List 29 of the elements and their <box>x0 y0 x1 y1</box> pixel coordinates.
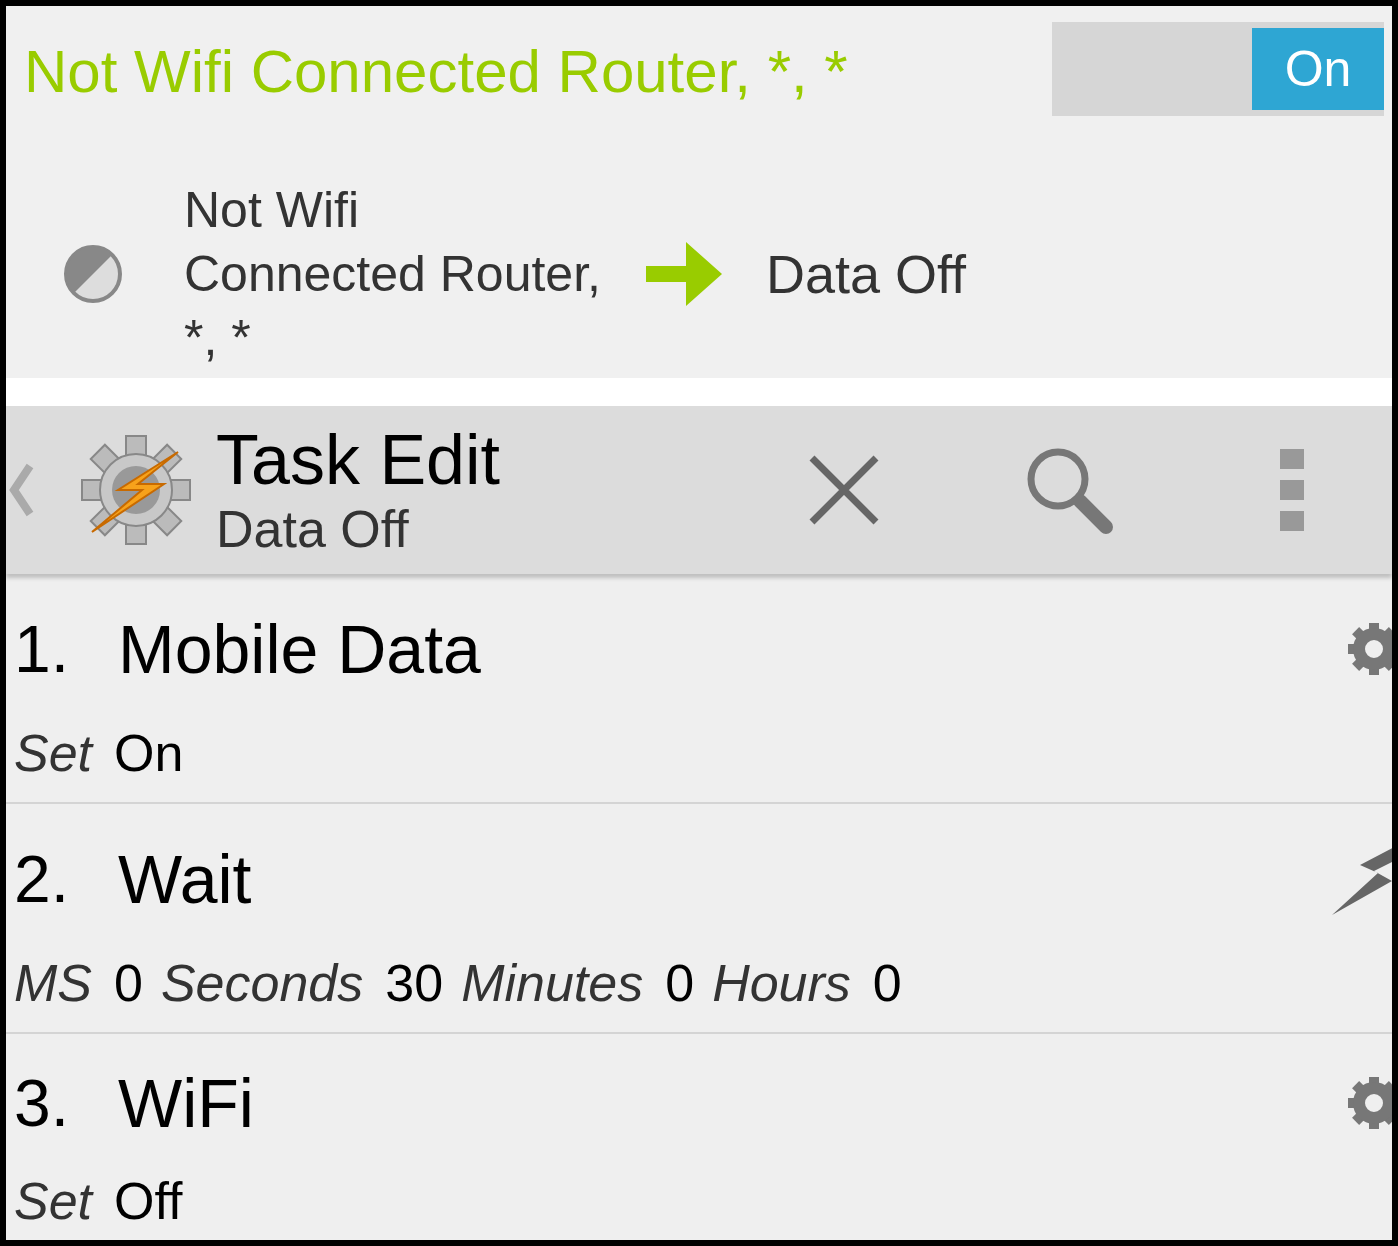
parameter-label: Set <box>14 723 93 784</box>
action-number: 3. <box>14 1064 71 1142</box>
action-number: 1. <box>14 610 71 688</box>
parameter-label: Seconds <box>160 953 364 1014</box>
action-name[interactable]: Mobile Data <box>118 598 1346 700</box>
parameter-label: Hours <box>712 953 851 1014</box>
gear-icon[interactable] <box>1346 1075 1392 1131</box>
parameter-label: MS <box>14 953 92 1014</box>
context-text: Connected Router, <box>184 245 602 304</box>
context-text: *, * <box>184 309 252 368</box>
gear-icon[interactable] <box>1346 621 1392 677</box>
parameter-label: Set <box>14 1171 93 1232</box>
screen-subtitle: Data Off <box>216 499 410 559</box>
screen-title: Task Edit <box>216 421 501 499</box>
parameter-value: On <box>114 723 184 784</box>
action-name[interactable]: Wait <box>118 828 1332 930</box>
parameter-value: 0 <box>872 953 902 1014</box>
parameter-value: Off <box>114 1171 183 1232</box>
app-logo-icon <box>78 432 194 548</box>
parameter-value: 0 <box>665 953 695 1014</box>
parameter-value: 0 <box>114 953 143 1014</box>
action-name[interactable]: WiFi <box>118 1052 1346 1154</box>
parameter-value: 30 <box>385 953 444 1014</box>
task-name[interactable]: Data Off <box>766 233 967 315</box>
context-text: Not Wifi <box>184 181 360 240</box>
parameter-label: Minutes <box>461 953 644 1014</box>
half-circle-icon <box>62 243 124 305</box>
action-number: 2. <box>14 840 71 918</box>
overflow-menu-icon[interactable] <box>1280 449 1304 531</box>
